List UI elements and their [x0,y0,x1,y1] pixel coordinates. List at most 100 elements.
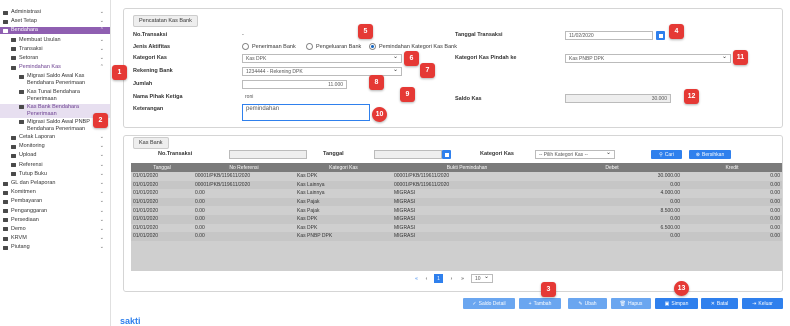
no-transaksi-label: No.Transaksi [133,32,168,38]
table-cell: 01/01/2020 [131,197,193,207]
bersihkan-button[interactable]: ⊗ Bersihkan [689,150,731,159]
saldo-kas-label: Saldo Kas [455,96,482,102]
filter-no-transaksi-input[interactable] [229,150,307,159]
keterangan-label: Keterangan [133,106,164,112]
radio-penerimaan-bank[interactable]: Penerimaan Bank [242,43,296,50]
saldo-detail-button[interactable]: ✓ Saldo Detail [463,298,515,309]
table-row[interactable]: 01/01/2020 0.00 Kas Pajak MIGRASI 0.00 0.00 [131,197,782,207]
table-row[interactable]: 01/01/2020 0.00 Kas Pajak MIGRASI 8.500.00 0.… [131,206,782,215]
sidebar-item[interactable]: Cetak Laporan ⌄ [0,134,110,141]
sidebar-item[interactable]: Monitoring ⌄ [0,143,110,150]
tambah-label: Tambah [533,300,552,307]
filter-calendar-icon[interactable] [442,150,451,159]
sidebar-item[interactable]: Tutup Buku ⌄ [0,171,110,178]
column-header[interactable]: Bukti Pemindahan [392,163,542,172]
sidebar-item-label: Kas Bank Bendahara Penerimaan [27,103,79,117]
table-row[interactable]: 01/01/2020 0.00 Kas PNBP DPK MIGRASI 0.00 0.0… [131,232,782,241]
filter-no-transaksi-label: No.Transaksi [158,151,193,157]
sidebar-item[interactable]: Transaksi ⌄ [0,46,110,53]
cari-button[interactable]: ⚲ Cari [651,150,682,159]
column-header[interactable]: Tanggal [131,163,193,172]
sidebar-item[interactable]: Persediaan ⌄ [0,217,110,224]
chevron-icon: ⌄ [99,235,104,242]
save-icon: ▣ [664,300,670,307]
pagination-current[interactable]: 1 [434,274,443,283]
folder-icon [3,245,8,250]
close-icon: ✕ [710,300,715,307]
sidebar-item-label: Pemindahan Kas [19,64,61,71]
sidebar-item[interactable]: Demo ⌄ [0,226,110,233]
sidebar-item[interactable]: Administrasi ⌄ [0,9,110,16]
table-row[interactable]: 01/01/2020 0.00 Kas Lainnya MIGRASI 4.000.00… [131,189,782,198]
table-row[interactable]: 01/01/2020 00001/PKB/119611/2020 Kas DPK 00… [131,172,782,181]
radio-penerimaan-label: Penerimaan Bank [252,43,296,50]
pagination-prev[interactable]: ‹ [422,274,431,283]
table-row[interactable]: 01/01/2020 0.00 Kas DPK MIGRASI 6.500.00 0.00 [131,223,782,233]
table-cell: Kas DPK [295,223,392,233]
sidebar-item[interactable]: Bendahara ⌃ [0,27,110,35]
nama-pihak-ketiga-input[interactable]: roni [242,93,372,102]
table-cell: 01/01/2020 [131,206,193,215]
trash-icon: 🗑 [619,300,626,307]
folder-icon [19,74,24,79]
filter-tanggal-input[interactable] [374,150,442,159]
column-header[interactable]: No Referensi [193,163,295,172]
keterangan-textarea[interactable]: pemindahan [242,104,370,121]
chevron-icon: ⌄ [99,54,104,61]
column-header[interactable]: Debet [542,163,682,172]
sidebar-item[interactable]: Piutang ⌄ [0,244,110,251]
calendar-icon[interactable] [656,31,665,40]
filter-kategori-select[interactable]: -- Pilih Kategori Kas -- [535,150,615,159]
jumlah-input[interactable]: 11.000 [242,80,347,89]
sidebar-item[interactable]: Referensi ⌄ [0,162,110,169]
keluar-button[interactable]: ⇥ Keluar [742,298,783,309]
sidebar-item[interactable]: Penganggaran ⌄ [0,208,110,215]
ubah-button[interactable]: ✎ Ubah [568,298,607,309]
plus-icon: + [528,300,532,307]
column-header[interactable]: Kategori Kas [295,163,392,172]
simpan-button[interactable]: ▣ Simpan [655,298,698,309]
hapus-label: Hapus [627,300,643,307]
chevron-icon: ⌄ [99,18,104,25]
column-header[interactable]: Kredit [682,163,782,172]
pagination-next[interactable]: › [447,274,456,283]
sidebar-item[interactable]: Migrasi Saldo Awal Kas Bendahara Penerim… [0,73,110,87]
pagination-first[interactable]: « [412,274,421,283]
batal-button[interactable]: ✕ Batal [701,298,738,309]
table-cell: 0.00 [542,232,682,241]
check-icon: ✓ [472,300,477,307]
kategori-pindah-select[interactable]: Kas PNBP DPK [565,54,731,63]
chevron-icon: ⌄ [99,170,104,177]
sidebar-item[interactable]: Setoran ⌄ [0,55,110,62]
sidebar-item[interactable]: Membuat Usulan ⌄ [0,37,110,44]
radio-pemindahan-kategori[interactable]: Pemindahan Kategori Kas Bank [369,43,457,50]
table-cell: 0.00 [542,180,682,190]
sidebar-item[interactable]: Aset Tetap ⌄ [0,18,110,25]
table-empty-area [131,241,782,271]
sidebar-item[interactable]: Pembayaran ⌄ [0,198,110,205]
chevron-icon: ⌄ [99,225,104,232]
sidebar-item[interactable]: Kas Tunai Bendahara Penerimaan [0,89,110,103]
hapus-button[interactable]: 🗑 Hapus [611,298,651,309]
table-body: 01/01/2020 00001/PKB/119611/2020 Kas DPK 00… [131,172,782,250]
tambah-button[interactable]: + Tambah [519,298,561,309]
sidebar-item-label: Transaksi [19,45,43,52]
table-row[interactable]: 01/01/2020 0.00 Kas DPK MIGRASI 0.00 0.00 [131,214,782,224]
folder-icon [11,38,16,43]
kas-bank-table: Tanggal No Referensi Kategori Kas Bukti Pem… [131,163,782,250]
folder-icon [11,47,16,52]
folder-icon [11,144,16,149]
marker-10: 10 [372,107,387,122]
per-page-select[interactable]: 10 [471,274,493,283]
radio-pengeluaran-bank[interactable]: Pengeluaran Bank [306,43,361,50]
sidebar-item[interactable]: GL dan Pelaporan ⌄ [0,180,110,187]
kategori-kas-select[interactable]: Kas DPK [242,54,402,63]
pagination-last[interactable]: » [458,274,467,283]
sidebar-item[interactable]: Komitmen ⌄ [0,189,110,196]
sidebar-item[interactable]: Pemindahan Kas ⌃ [0,64,110,71]
tanggal-transaksi-label: Tanggal Transaksi [455,32,503,38]
tanggal-transaksi-input[interactable]: 11/02/2020 [565,31,653,40]
sidebar-item[interactable]: KRVM ⌄ [0,235,110,242]
sidebar-item[interactable]: Upload ⌄ [0,152,110,159]
table-row[interactable]: 01/01/2020 00001/PKB/119611/2020 Kas Lainn… [131,180,782,190]
